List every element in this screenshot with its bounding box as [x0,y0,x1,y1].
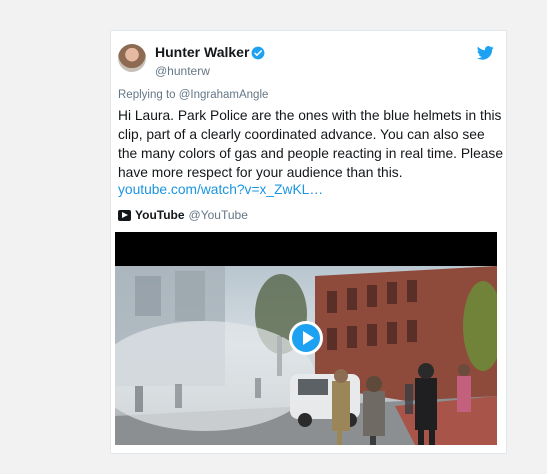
embedded-tweet-card[interactable]: Hunter Walker @hunterw Replying to @Ingr… [110,30,507,454]
reply-context[interactable]: Replying to @IngrahamAngle [118,89,268,101]
tweet-link[interactable]: youtube.com/watch?v=x_ZwKL… [118,182,323,197]
media-attribution[interactable]: YouTube @YouTube [118,208,248,222]
youtube-icon [118,209,131,221]
tweet-text: Hi Laura. Park Police are the ones with … [118,108,503,180]
twitter-bird-icon[interactable] [477,46,494,60]
video-scene-image [115,266,497,445]
author-handle[interactable]: @hunterw [155,64,210,78]
source-name[interactable]: YouTube [135,208,185,222]
video-thumbnail [115,266,497,445]
play-button[interactable] [289,321,323,355]
author-display-name[interactable]: Hunter Walker [155,44,249,60]
avatar[interactable] [118,44,146,72]
video-player[interactable] [115,232,497,445]
source-handle[interactable]: @YouTube [189,208,248,222]
verified-badge-icon [251,46,265,60]
